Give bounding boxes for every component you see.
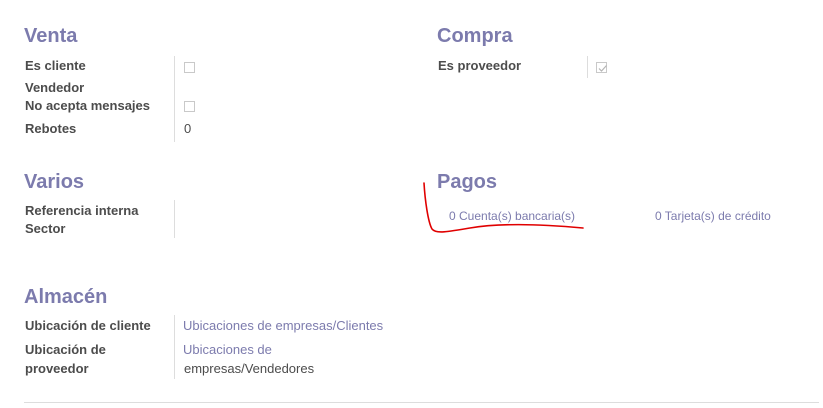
label-sector: Sector	[25, 221, 66, 236]
label-ubicacion-cliente: Ubicación de cliente	[25, 318, 151, 333]
label-ubicacion-proveedor-line1: Ubicación de	[25, 342, 106, 357]
label-rebotes: Rebotes	[25, 121, 77, 136]
label-vendedor: Vendedor	[25, 80, 85, 95]
section-title-pagos: Pagos	[437, 171, 498, 193]
ubicacion-proveedor-value-line2: empresas/Vendedores	[184, 361, 315, 376]
ubicacion-proveedor-link[interactable]: Ubicaciones de	[183, 341, 272, 359]
label-es-proveedor: Es proveedor	[438, 58, 522, 73]
ubicacion-cliente-link[interactable]: Ubicaciones de empresas/Clientes	[183, 317, 383, 335]
almacen-divider	[174, 315, 175, 379]
section-title-varios: Varios	[24, 171, 85, 193]
section-title-venta: Venta	[24, 25, 78, 47]
venta-divider	[174, 56, 175, 142]
tarjetas-credito-link[interactable]: 0 Tarjeta(s) de crédito	[655, 207, 771, 225]
compra-divider	[587, 56, 588, 78]
label-es-cliente: Es cliente	[25, 58, 86, 73]
checkmark-icon	[598, 65, 607, 72]
section-title-compra: Compra	[437, 25, 513, 47]
cuentas-bancarias-link[interactable]: 0 Cuenta(s) bancaria(s)	[449, 207, 575, 225]
label-ubicacion-proveedor-line2: proveedor	[25, 361, 89, 376]
bottom-divider	[24, 402, 819, 403]
rebotes-value: 0	[184, 121, 192, 136]
es-proveedor-checkbox[interactable]	[596, 62, 607, 73]
label-no-acepta-mensajes: No acepta mensajes	[25, 98, 151, 113]
no-acepta-mensajes-checkbox[interactable]	[184, 101, 195, 112]
es-cliente-checkbox[interactable]	[184, 62, 195, 73]
label-referencia-interna: Referencia interna	[25, 203, 139, 218]
section-title-almacen: Almacén	[24, 286, 108, 308]
varios-divider	[174, 200, 175, 238]
